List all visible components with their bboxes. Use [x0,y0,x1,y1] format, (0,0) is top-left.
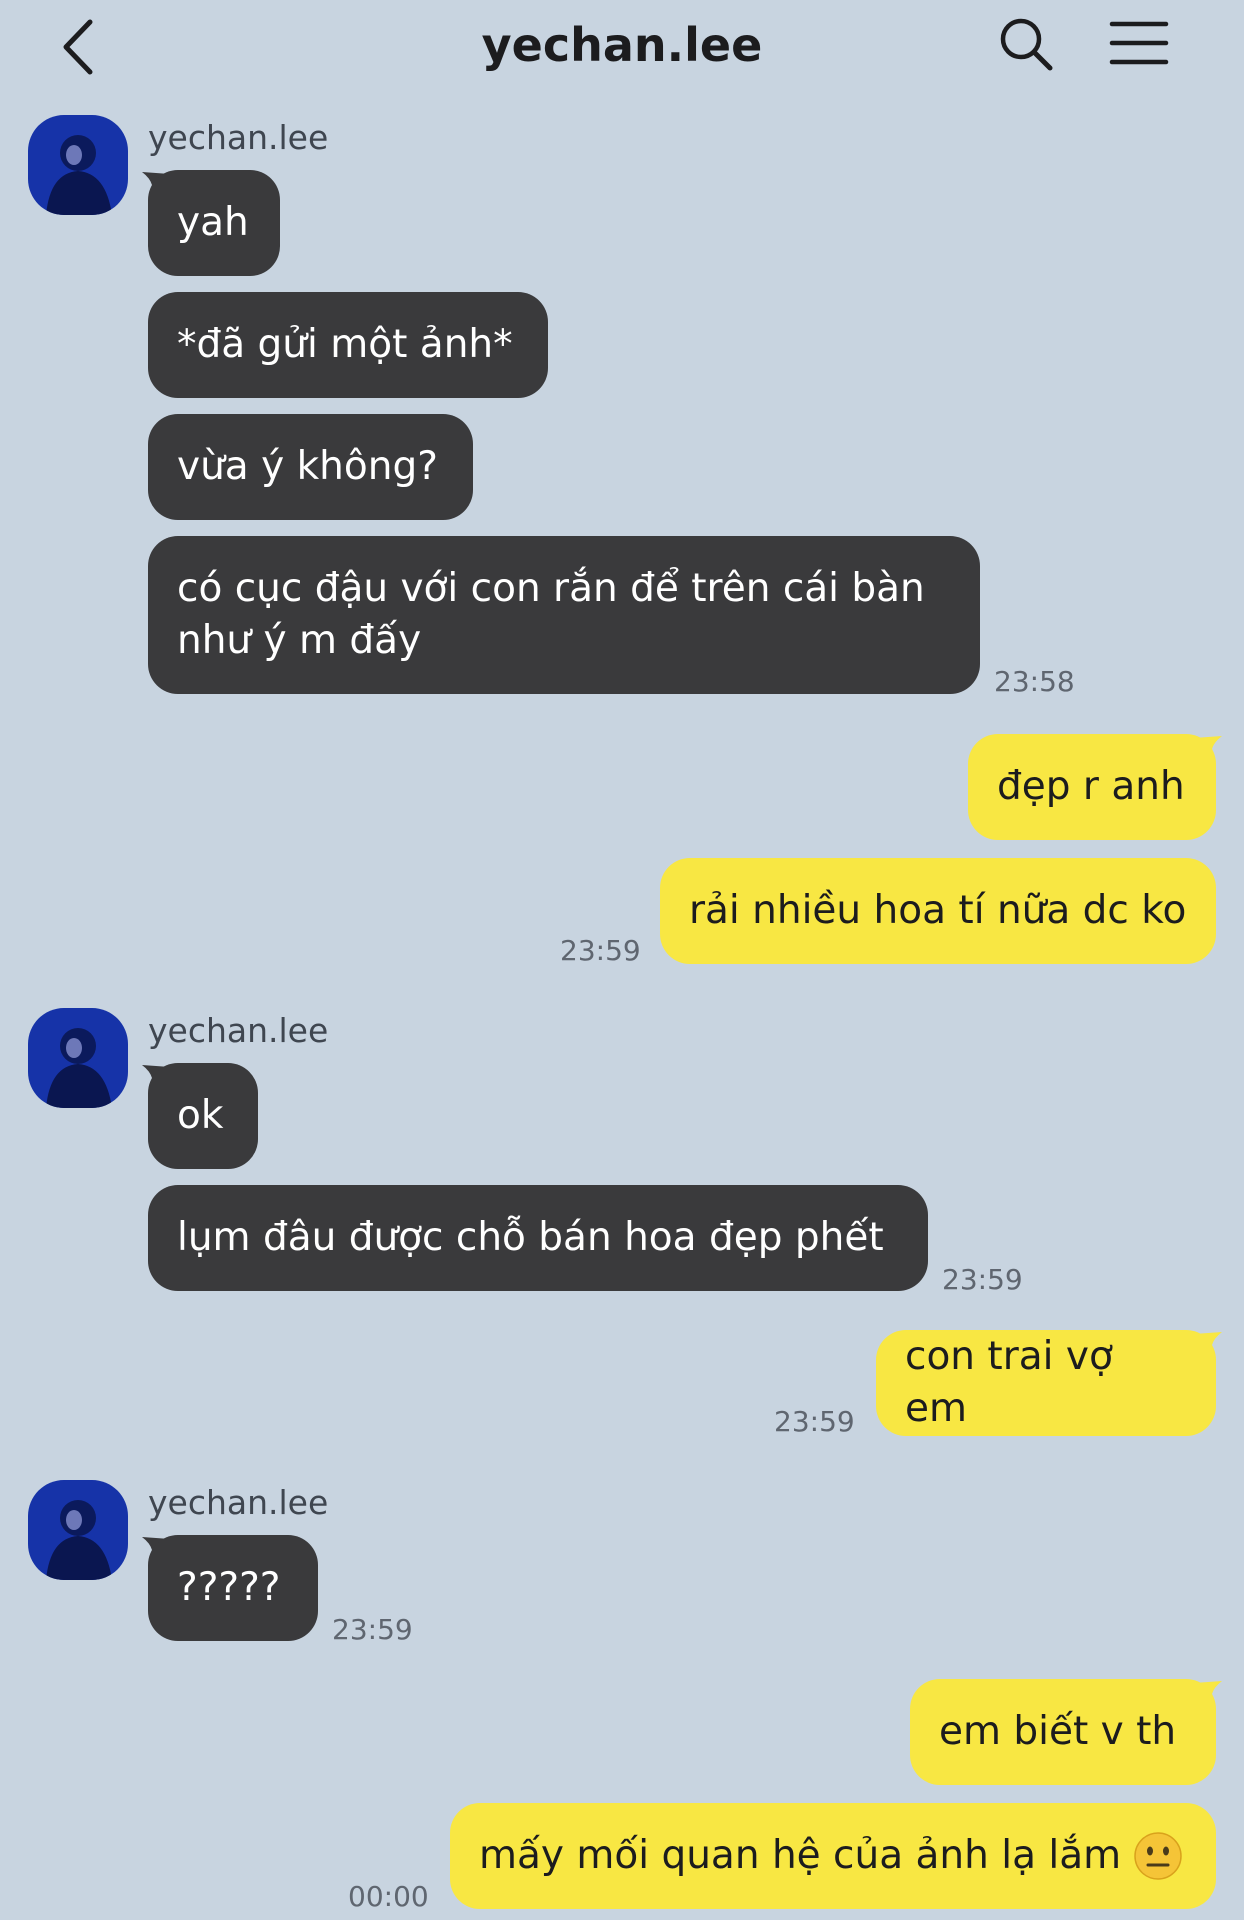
chat-title: yechan.lee [481,18,763,72]
message-text: mấy mối quan hệ của ảnh lạ lắm [479,1833,1122,1878]
message-text: con trai vợ em [905,1334,1113,1431]
search-button[interactable] [996,14,1056,74]
message-text: vừa ý không? [177,444,438,489]
message-bubble[interactable]: vừa ý không? [148,414,473,520]
message-bubble[interactable]: con trai vợ em [876,1330,1216,1436]
chat-header: yechan.lee [0,0,1244,100]
message-bubble[interactable]: yah [148,170,280,276]
message-bubble[interactable]: có cục đậu với con rắn để trên cái bàn n… [148,536,980,694]
bubble-tail [1194,1332,1222,1360]
message-bubble[interactable]: lụm đâu được chỗ bán hoa đẹp phết [148,1185,928,1291]
message-text: đẹp r anh [997,764,1185,809]
sender-name: yechan.lee [148,1011,329,1050]
message-time: 23:59 [332,1613,413,1646]
bubble-tail [1194,736,1222,764]
avatar[interactable] [28,115,128,215]
profile-photo [28,1480,128,1580]
message-text-line: như ý m đấy [177,618,422,663]
bubble-tail [1194,1681,1222,1709]
message-bubble[interactable]: ok [148,1063,258,1169]
message-time: 23:59 [560,934,641,967]
message-time: 00:00 [348,1880,429,1913]
message-text-line: có cục đậu với con rắn để trên cái bàn [177,566,925,611]
message-text: yah [177,200,249,245]
message-bubble[interactable]: *đã gửi một ảnh* [148,292,548,398]
avatar[interactable] [28,1008,128,1108]
message-bubble[interactable]: rải nhiều hoa tí nữa dc ko [660,858,1216,964]
message-bubble[interactable]: ????? [148,1535,318,1641]
message-text: ????? [177,1565,281,1610]
menu-icon [1109,21,1169,65]
profile-photo [28,115,128,215]
message-text: ok [177,1093,224,1138]
message-text: *đã gửi một ảnh* [177,322,513,367]
message-text: em biết v th [939,1709,1177,1754]
sender-name: yechan.lee [148,118,329,157]
sender-name: yechan.lee [148,1483,329,1522]
message-bubble[interactable]: mấy mối quan hệ của ảnh lạ lắm [450,1803,1216,1909]
menu-button[interactable] [1108,18,1170,68]
avatar[interactable] [28,1480,128,1580]
message-time: 23:59 [774,1405,855,1438]
message-time: 23:58 [994,665,1075,698]
message-bubble[interactable]: em biết v th [910,1679,1216,1785]
message-text: rải nhiều hoa tí nữa dc ko [689,888,1187,933]
neutral-face-icon [1134,1832,1182,1880]
profile-photo [28,1008,128,1108]
message-time: 23:59 [942,1263,1023,1296]
message-bubble[interactable]: đẹp r anh [968,734,1216,840]
search-icon [1000,18,1053,71]
message-text: lụm đâu được chỗ bán hoa đẹp phết [177,1215,884,1260]
